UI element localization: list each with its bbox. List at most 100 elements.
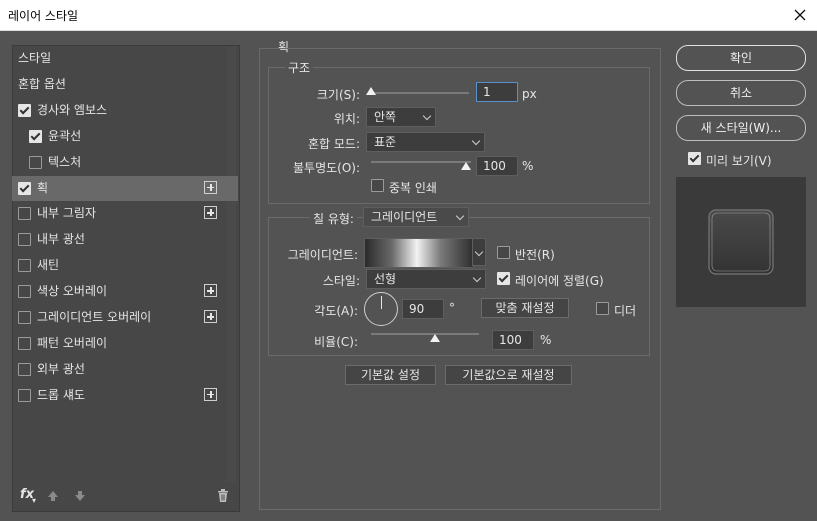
fill-type-dropdown[interactable]: 그레이디언트 [363,207,469,227]
gradient-label: 그레이디언트: [287,248,358,262]
window-title: 레이어 스타일 [8,9,79,23]
style-item-label: 획 [37,180,49,195]
opacity-input[interactable]: 100 [476,156,518,176]
style-item[interactable]: 획 [12,175,238,201]
add-style-icon[interactable] [204,180,217,194]
fill-type-value: 그레이디언트 [371,210,438,224]
overprint-checkbox[interactable] [371,179,384,192]
style-item-label: 드롭 섀도 [37,387,85,402]
style-item[interactable]: 새틴 [12,253,238,278]
move-up-icon[interactable] [46,489,60,503]
preview-checkbox[interactable] [688,152,701,165]
add-style-icon[interactable] [204,387,217,401]
gradient-style-dropdown[interactable]: 선형 [366,269,486,289]
style-checkbox[interactable] [18,285,31,299]
dither-label: 디더 [614,304,637,318]
style-item[interactable]: 윤곽선 [12,124,238,149]
move-down-icon[interactable] [73,489,87,503]
position-dropdown[interactable]: 안쪽 [366,107,436,127]
size-slider-thumb[interactable] [366,87,376,95]
style-item[interactable]: 그레이디언트 오버레이 [12,305,238,330]
style-checkbox[interactable] [18,336,31,350]
make-default-button[interactable]: 기본값 설정 [345,365,436,385]
style-checkbox[interactable] [18,233,31,247]
angle-input[interactable]: 90 [402,299,444,319]
style-checkbox[interactable] [29,155,42,169]
add-style-icon[interactable] [204,284,217,298]
gradient-style-value: 선형 [374,272,397,286]
blend-mode-label: 혼합 모드: [307,137,360,151]
scale-slider-thumb[interactable] [430,334,440,342]
reset-to-default-button[interactable]: 기본값으로 재설정 [445,365,572,385]
add-style-icon[interactable] [204,310,217,323]
scale-input[interactable]: 100 [492,330,534,350]
overprint-label: 중복 인쇄 [389,181,437,195]
size-label: 크기(S): [316,88,360,102]
style-item[interactable]: 색상 오버레이 [12,279,238,304]
fx-menu-caret-icon: ▾ [32,496,37,505]
style-item-label: 내부 광선 [37,232,85,247]
style-checkbox[interactable] [18,103,31,117]
style-item-label: 패턴 오버레이 [37,335,108,350]
size-input[interactable]: 1 [476,82,518,102]
opacity-unit: % [522,159,534,173]
scale-slider-track[interactable] [371,333,479,335]
blend-mode-value: 표준 [374,135,397,149]
fill-type-label: 칠 유형: [310,210,357,227]
style-item-label: 내부 그림자 [37,206,97,221]
style-item[interactable]: 패턴 오버레이 [12,331,238,356]
position-value: 안쪽 [374,110,397,124]
style-checkbox[interactable] [18,388,31,402]
style-item[interactable]: 드롭 섀도 [12,383,238,408]
add-style-icon[interactable] [204,206,217,220]
style-preview-thumbnail [676,177,806,307]
style-item-label: 스타일 [18,51,52,65]
scale-unit: % [540,333,552,347]
angle-dial[interactable] [364,292,398,326]
chevron-down-icon [474,247,484,257]
style-checkbox[interactable] [18,259,31,273]
style-item[interactable]: 외부 광선 [12,357,238,382]
ok-button[interactable]: 확인 [676,45,806,71]
styles-list-toolbar: fx ▾ [12,482,238,510]
dither-checkbox[interactable] [596,302,609,315]
cancel-button[interactable]: 취소 [676,80,806,106]
close-icon[interactable] [788,3,812,27]
style-checkbox[interactable] [18,207,31,221]
style-item[interactable]: 텍스처 [12,150,238,175]
size-slider-track[interactable] [369,92,469,94]
style-item[interactable]: 스타일 [12,46,238,71]
align-with-layer-checkbox[interactable] [497,272,510,285]
gradient-picker-button[interactable] [472,238,486,266]
style-item[interactable]: 내부 광선 [12,227,238,252]
gradient-swatch[interactable] [364,238,474,268]
style-checkbox[interactable] [18,181,31,195]
title-bar: 레이어 스타일 [0,0,817,31]
reset-alignment-button[interactable]: 맞춤 재설정 [481,298,569,318]
reverse-label: 반전(R) [515,248,555,262]
opacity-label: 불투명도(O): [292,161,360,175]
style-checkbox[interactable] [29,129,42,143]
chevron-down-icon [472,273,482,283]
scale-label: 비율(C): [314,335,358,349]
blend-mode-dropdown[interactable]: 표준 [366,132,485,152]
angle-unit: ° [449,301,455,315]
style-item[interactable]: 내부 그림자 [12,201,238,226]
chevron-down-icon [471,136,481,146]
style-checkbox[interactable] [18,362,31,376]
style-item-label: 혼합 옵션 [18,76,66,91]
size-unit: px [522,87,537,101]
style-item[interactable]: 혼합 옵션 [12,72,238,97]
style-item[interactable]: 경사와 엠보스 [12,98,238,123]
reverse-checkbox[interactable] [497,246,510,259]
align-with-layer-label: 레이어에 정렬(G) [515,274,604,288]
new-style-button[interactable]: 새 스타일(W)... [676,115,806,141]
style-item-label: 경사와 엠보스 [37,102,108,117]
chevron-down-icon [455,211,465,221]
opacity-slider-thumb[interactable] [461,162,471,170]
style-item-label: 그레이디언트 오버레이 [37,310,152,324]
structure-legend: 구조 [285,59,314,76]
opacity-slider-track[interactable] [371,161,471,163]
trash-icon[interactable] [216,488,230,503]
style-checkbox[interactable] [18,311,31,324]
